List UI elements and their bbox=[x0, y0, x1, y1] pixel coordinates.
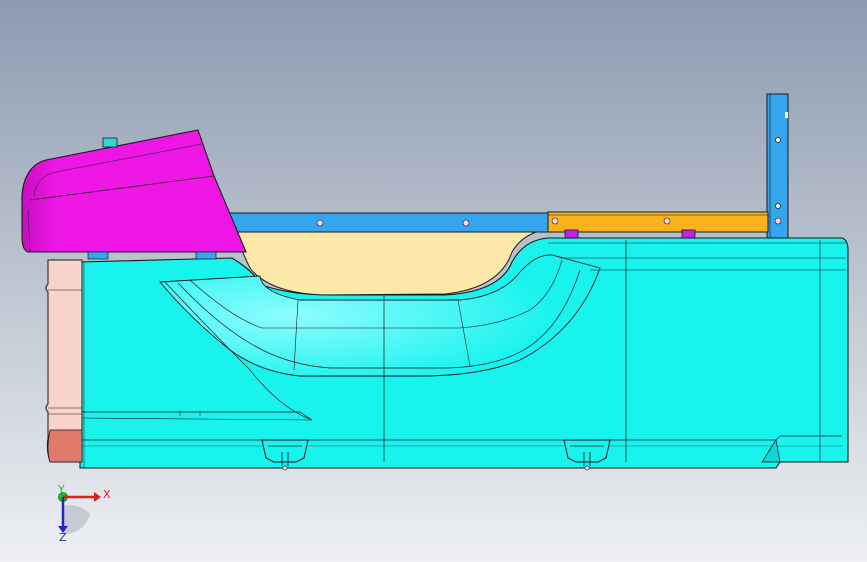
cushion-foot bbox=[87, 251, 109, 260]
cad-scene[interactable]: X Y Z bbox=[0, 0, 867, 562]
rail-extension[interactable] bbox=[547, 211, 782, 233]
rail-hole bbox=[316, 219, 324, 227]
cad-viewport[interactable]: X Y Z bbox=[0, 0, 867, 562]
post-notch bbox=[785, 112, 788, 118]
end-panel[interactable] bbox=[45, 259, 83, 463]
cushion-cap bbox=[102, 137, 118, 148]
triad-label-y: Y bbox=[57, 483, 65, 496]
rail-hole bbox=[462, 219, 470, 227]
extension-hole bbox=[663, 217, 671, 225]
extension-hole bbox=[551, 217, 559, 225]
triad-label-z: Z bbox=[59, 531, 67, 544]
post-hole bbox=[775, 137, 781, 143]
post-hole bbox=[775, 203, 781, 209]
cushion-foot bbox=[195, 251, 217, 260]
triad-label-x: X bbox=[103, 488, 111, 501]
top-rail[interactable] bbox=[225, 212, 551, 233]
extension-hole bbox=[774, 217, 782, 225]
